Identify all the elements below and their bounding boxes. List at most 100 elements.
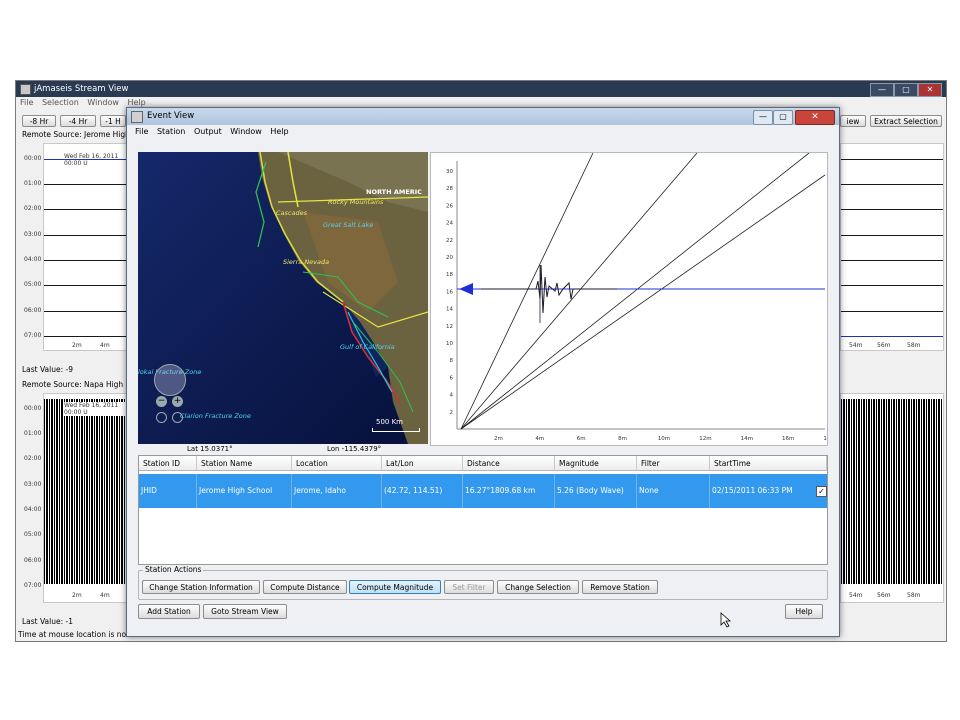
menu-station[interactable]: Station — [157, 127, 185, 136]
extract-selection-button[interactable]: Extract Selection — [870, 115, 942, 127]
cell-starttime: 02/15/2011 06:33 PM — [712, 486, 793, 495]
y-tick-label: 20 — [446, 255, 453, 261]
col-latlon[interactable]: Lat/Lon — [382, 456, 463, 471]
trace-line — [44, 311, 132, 312]
close-icon[interactable]: ✕ — [795, 110, 835, 125]
minus-8hr-button[interactable]: -8 Hr — [22, 115, 56, 127]
col-station-name[interactable]: Station Name — [197, 456, 292, 471]
top-seismogram-left[interactable]: Wed Feb 16, 2011 00:00 U 2m 4m — [43, 143, 133, 351]
menu-selection[interactable]: Selection — [42, 98, 79, 107]
close-icon[interactable]: ✕ — [918, 83, 942, 97]
cell-station-name: Jerome High School — [197, 474, 292, 508]
x-tick-label: 12m — [699, 436, 711, 442]
zoom-in-icon[interactable]: + — [172, 396, 183, 407]
top-last-value: Last Value: -9 — [22, 365, 73, 374]
rotate-right-icon[interactable] — [172, 412, 183, 423]
col-distance[interactable]: Distance — [463, 456, 555, 471]
set-filter-button[interactable]: Set Filter — [444, 580, 494, 594]
pan-control[interactable] — [154, 364, 186, 396]
trace-line — [44, 336, 132, 337]
minus-1hr-button[interactable]: -1 H — [100, 115, 126, 127]
x-tick-label: 6m — [577, 436, 586, 442]
hour-label: 04:00 — [24, 506, 42, 513]
y-tick-labels: 24681012141618202224262830 — [446, 169, 454, 416]
trace-line — [841, 209, 943, 210]
app-icon — [20, 84, 31, 95]
trace-line — [841, 184, 943, 185]
add-station-button[interactable]: Add Station — [138, 604, 200, 619]
station-table[interactable]: Station ID Station Name Location Lat/Lon… — [138, 455, 828, 565]
menu-window[interactable]: Window — [230, 127, 262, 136]
distance-marker-arrow[interactable] — [459, 283, 473, 295]
maximize-icon[interactable]: ▢ — [773, 110, 793, 125]
event-view-title: Event View — [147, 111, 195, 121]
stream-view-titlebar[interactable]: jAmaseis Stream View — ▢ ✕ — [16, 81, 946, 97]
help-button[interactable]: Help — [785, 604, 823, 619]
mouse-cursor-icon — [720, 612, 732, 628]
compute-distance-button[interactable]: Compute Distance — [263, 580, 347, 594]
top-seismogram-right[interactable]: 54m 56m 58m — [840, 143, 944, 351]
stream-view-title: jAmaseis Stream View — [34, 84, 129, 94]
x-label: 4m — [100, 342, 110, 349]
col-station-id[interactable]: Station ID — [139, 456, 197, 471]
trace-line — [44, 209, 132, 210]
hour-label: 02:00 — [24, 455, 42, 462]
world-map[interactable]: NORTH AMERIC Rocky Mountains Cascades Gr… — [138, 152, 428, 444]
zoom-out-icon[interactable]: − — [156, 396, 167, 407]
x-tick-label: 8m — [618, 436, 627, 442]
minus-4hr-button[interactable]: -4 Hr — [60, 115, 96, 127]
menu-output[interactable]: Output — [194, 127, 222, 136]
maximize-icon[interactable]: ▢ — [894, 83, 918, 97]
menu-file[interactable]: File — [20, 98, 33, 107]
bottom-seismogram-right[interactable]: 54m 56m 58m — [840, 393, 944, 603]
noisy-traces — [841, 399, 943, 584]
compute-magnitude-button[interactable]: Compute Magnitude — [349, 580, 441, 594]
col-filter[interactable]: Filter — [637, 456, 710, 471]
menu-help[interactable]: Help — [127, 98, 145, 107]
y-tick-label: 18 — [446, 272, 453, 278]
goto-stream-view-button[interactable]: Goto Stream View — [203, 604, 287, 619]
travel-time-curve — [460, 153, 594, 430]
plot-graphic: 24681012141618202224262830 2m 4m 6m 8m 10m 12… — [446, 153, 827, 442]
trace-line — [841, 159, 943, 160]
minimize-icon[interactable]: — — [870, 83, 894, 97]
minimize-icon[interactable]: — — [753, 110, 773, 125]
menu-window[interactable]: Window — [87, 98, 119, 107]
col-starttime[interactable]: StartTime — [710, 456, 827, 471]
status-bar: Time at mouse location is not av — [18, 630, 141, 639]
y-tick-label: 14 — [446, 307, 453, 313]
x-tick-labels: 2m 4m 6m 8m 10m 12m 14m 16m 18m — [494, 436, 827, 442]
rotate-left-icon[interactable] — [156, 412, 167, 423]
x-tick-label: 2m — [494, 436, 503, 442]
change-station-info-button[interactable]: Change Station Information — [142, 580, 260, 594]
row-checkbox[interactable]: ✓ — [816, 486, 827, 497]
col-location[interactable]: Location — [292, 456, 382, 471]
x-tick-label: 16m — [782, 436, 794, 442]
menu-file[interactable]: File — [135, 127, 148, 136]
x-label: 2m — [72, 592, 82, 599]
travel-time-curve — [460, 153, 698, 430]
y-tick-label: 4 — [450, 393, 454, 399]
cell-location: Jerome, Idaho — [292, 474, 382, 508]
x-label: 2m — [72, 342, 82, 349]
change-selection-button[interactable]: Change Selection — [497, 580, 579, 594]
travel-time-plot[interactable]: 2 4 6 8 10 12 14 16 18 20 22 24 26 28 30 2m 4m 6m 8m 10m 12… — [430, 152, 828, 446]
noisy-traces — [44, 399, 132, 584]
trace-line — [841, 285, 943, 286]
view-button[interactable]: iew — [840, 115, 866, 127]
menu-help[interactable]: Help — [270, 127, 288, 136]
event-view-titlebar[interactable]: Event View — ▢ ✕ — [127, 108, 839, 125]
map-label-salt-lake: Great Salt Lake — [323, 221, 374, 229]
col-magnitude[interactable]: Magnitude — [555, 456, 637, 471]
bottom-seismogram-left[interactable]: Wed Feb 16, 2011 00:00 U 2m 4m — [43, 393, 133, 603]
remove-station-button[interactable]: Remove Station — [582, 580, 658, 594]
top-remote-source: Remote Source: Jerome High — [22, 130, 130, 139]
y-tick-label: 6 — [450, 375, 454, 381]
map-lat: Lat 15.0371° — [187, 445, 233, 453]
cell-latlon: (42.72, 114.51) — [382, 474, 463, 508]
map-label-cascades: Cascades — [276, 209, 307, 217]
x-label: 56m — [877, 342, 891, 349]
station-actions-legend: Station Actions — [143, 565, 204, 574]
x-label: 58m — [907, 342, 921, 349]
x-tick-label: 18m — [823, 436, 827, 442]
